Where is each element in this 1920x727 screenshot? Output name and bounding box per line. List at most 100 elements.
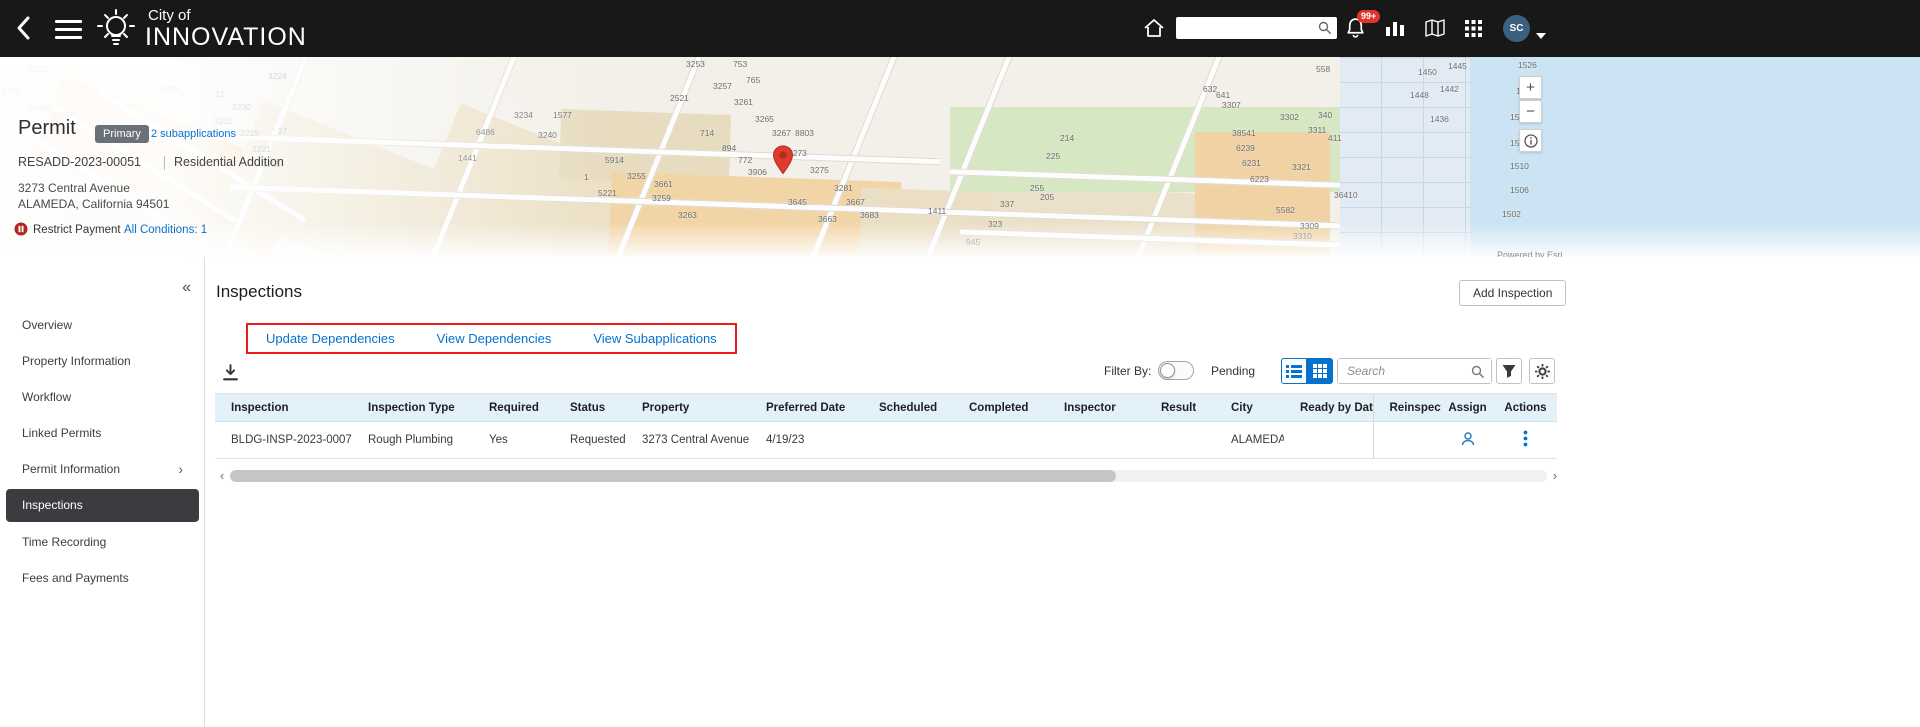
primary-badge: Primary <box>95 125 149 143</box>
map-parcel-label: 3257 <box>713 81 732 91</box>
map-parcel-label: 3321 <box>1292 162 1311 172</box>
link-update-dependencies[interactable]: Update Dependencies <box>266 331 395 346</box>
map-parcel-label: 3302 <box>1280 112 1299 122</box>
column-header-ready-by-date[interactable]: Ready by Date <box>1284 393 1373 422</box>
scroll-left-arrow[interactable]: ‹ <box>215 469 229 483</box>
all-conditions-link[interactable]: All Conditions: 1 <box>124 224 207 236</box>
map-parcel-label: 3253 <box>686 59 705 69</box>
column-header-inspector[interactable]: Inspector <box>1048 393 1145 422</box>
list-view-button[interactable] <box>1281 358 1307 384</box>
user-avatar[interactable]: SC <box>1503 15 1530 42</box>
column-header-preferred-date[interactable]: Preferred Date <box>750 393 863 422</box>
map-parcel-label: 765 <box>746 75 761 85</box>
map-explorer-icon[interactable] <box>1425 19 1445 42</box>
cell-preferred-date: 4/19/23 <box>750 421 863 459</box>
column-header-result[interactable]: Result <box>1145 393 1215 422</box>
map-info-button[interactable] <box>1519 129 1542 152</box>
filter-funnel-button[interactable] <box>1496 358 1522 384</box>
toggle-knob <box>1160 363 1175 378</box>
column-header-completed[interactable]: Completed <box>953 393 1048 422</box>
map-attribution: Powered by Esri <box>1497 250 1563 257</box>
column-header-city[interactable]: City <box>1215 393 1284 422</box>
assign-inspector-button[interactable] <box>1441 421 1494 459</box>
subapplications-link[interactable]: 2 subapplications <box>151 128 236 140</box>
zoom-out-button[interactable]: − <box>1519 100 1542 123</box>
map-parcel-label: 558 <box>1316 64 1331 74</box>
lightbulb-logo-icon <box>92 5 140 58</box>
sidebar-item-property-information[interactable]: Property Information <box>0 343 205 379</box>
location-pin-icon[interactable] <box>772 145 794 180</box>
map-parcel-label: 5582 <box>1276 205 1295 215</box>
sidebar-item-time-recording[interactable]: Time Recording <box>0 524 205 560</box>
link-view-dependencies[interactable]: View Dependencies <box>437 331 552 346</box>
sidebar-item-label: Permit Information <box>22 462 121 476</box>
column-header-property[interactable]: Property <box>626 393 750 422</box>
map-parcel-label: 1502 <box>1502 209 1521 219</box>
sidebar-nav: Overview Property Information Workflow Link… <box>0 307 205 596</box>
sidebar-item-linked-permits[interactable]: Linked Permits <box>0 415 205 451</box>
link-view-subapplications[interactable]: View Subapplications <box>593 331 716 346</box>
sidebar-item-label: Overview <box>22 318 73 332</box>
table-search-input[interactable] <box>1338 359 1491 383</box>
hamburger-menu-icon[interactable] <box>55 20 82 39</box>
scrollbar-thumb[interactable] <box>230 470 1116 482</box>
map-parcel-label: 6223 <box>1250 174 1269 184</box>
map-parcel-label: 225 <box>1046 151 1061 161</box>
sidebar-item-fees-and-payments[interactable]: Fees and Payments <box>0 560 205 596</box>
pending-filter-toggle[interactable] <box>1158 361 1194 380</box>
sidebar-item-workflow[interactable]: Workflow <box>0 379 205 415</box>
column-header-scheduled[interactable]: Scheduled <box>863 393 953 422</box>
column-header-inspection-type[interactable]: Inspection Type <box>352 393 473 422</box>
map-parcel-label: 8803 <box>795 128 814 138</box>
horizontal-scrollbar: ‹ › <box>215 469 1562 483</box>
zoom-in-button[interactable]: + <box>1519 76 1542 99</box>
add-inspection-button[interactable]: Add Inspection <box>1459 280 1567 306</box>
column-header-status[interactable]: Status <box>554 393 626 422</box>
settings-gear-button[interactable] <box>1529 358 1555 384</box>
column-header-assign[interactable]: Assign <box>1441 393 1494 422</box>
notification-count-badge[interactable]: 99+ <box>1357 10 1381 23</box>
map-parcel-label: 3261 <box>734 97 753 107</box>
analytics-chart-icon[interactable] <box>1385 19 1405 42</box>
scrollbar-track[interactable] <box>230 470 1547 482</box>
global-search-input[interactable] <box>1176 17 1337 39</box>
map-parcel-label: 2521 <box>670 93 689 103</box>
cell-required: Yes <box>473 421 554 459</box>
cell-inspector <box>1048 421 1145 459</box>
logo-text-innovation: INNOVATION <box>145 23 307 51</box>
permit-type: Residential Addition <box>174 155 284 169</box>
map-parcel-label: 894 <box>722 143 737 153</box>
map-parcel-label: 411 <box>1328 133 1342 143</box>
map-canvas[interactable]: 1312130638996389871325213224323032152732… <box>0 57 1920 257</box>
cell-city: ALAMEDA <box>1215 421 1284 459</box>
sidebar-item-permit-information[interactable]: Permit Information › <box>0 451 205 487</box>
map-parcel-label: 3683 <box>860 210 879 220</box>
collapse-sidebar-icon[interactable]: « <box>182 279 191 297</box>
column-header-actions[interactable]: Actions <box>1494 393 1557 422</box>
column-header-required[interactable]: Required <box>473 393 554 422</box>
map-parcel-label: 641 <box>1216 90 1231 100</box>
grid-view-button[interactable] <box>1307 358 1333 384</box>
back-icon[interactable] <box>14 15 34 46</box>
cell-inspection: BLDG-INSP-2023-00078 <box>215 421 352 459</box>
map-parcel-label: 3263 <box>678 210 697 220</box>
scroll-right-arrow[interactable]: › <box>1548 469 1562 483</box>
map-parcel-label: 205 <box>1040 192 1055 202</box>
download-icon[interactable] <box>217 359 243 385</box>
map-parcel-label: 3265 <box>755 114 774 124</box>
list-view-icon <box>1286 365 1302 378</box>
home-icon[interactable] <box>1143 18 1165 43</box>
column-header-reinspect[interactable]: Reinspect <box>1372 393 1441 422</box>
avatar-dropdown-caret-icon[interactable] <box>1536 26 1546 44</box>
apps-grid-icon[interactable] <box>1465 20 1482 42</box>
global-search-box <box>1176 17 1337 39</box>
map-parcel-label: 340 <box>1318 110 1333 120</box>
sidebar-item-overview[interactable]: Overview <box>0 307 205 343</box>
sidebar-item-inspections[interactable]: Inspections <box>6 489 199 522</box>
table-row[interactable]: BLDG-INSP-2023-00078 Rough Plumbing Yes Req… <box>215 421 1557 459</box>
restrict-payment-icon <box>14 222 28 241</box>
column-header-inspection[interactable]: Inspection <box>215 393 352 422</box>
map-parcel-label: 753 <box>733 59 748 69</box>
main-panel: Inspections Add Inspection Update Depend… <box>205 257 1920 727</box>
row-actions-button[interactable] <box>1494 421 1557 459</box>
